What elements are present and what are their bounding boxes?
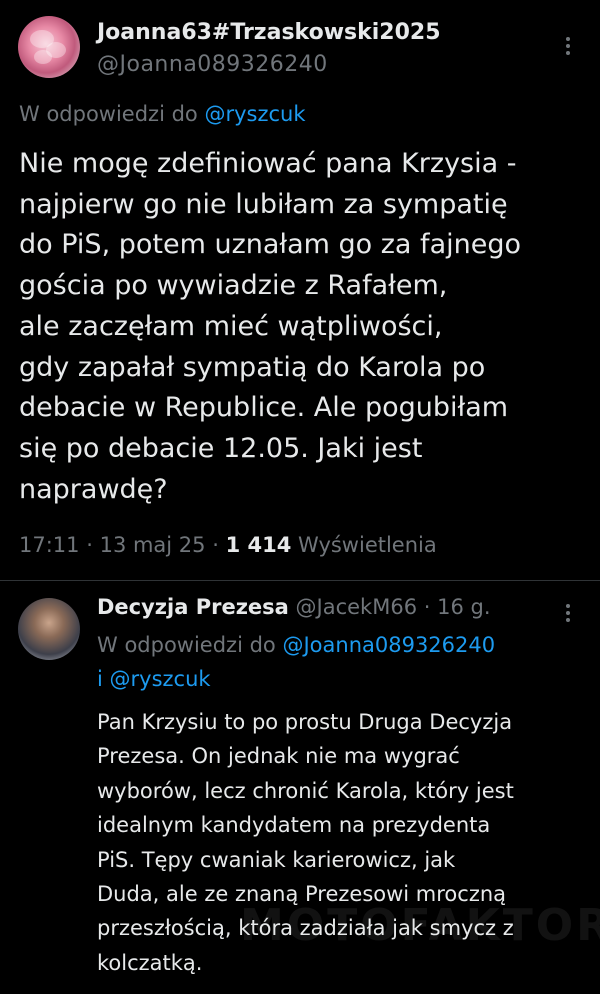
views-count: 1 414 [225,533,292,557]
watermark: MOTOFAKTOR [240,900,600,951]
reply-and: i [97,667,103,691]
avatar[interactable] [18,16,80,78]
tweet-text-line: naprawdę? [19,473,168,505]
reply-to-link[interactable]: @ryszcuk [204,102,305,126]
tweet-text: Nie mogę zdefiniować pana Krzysia - najp… [19,144,589,510]
reply-to-link[interactable]: @ryszcuk [110,667,211,691]
reply-prefix: W odpowiedzi do [97,633,276,657]
author-handle[interactable]: @Joanna089326240 [97,52,328,77]
reply-to-link[interactable]: @Joanna089326240 [282,633,495,657]
tweet-time[interactable]: 17:11 [19,533,80,557]
reply-context: W odpowiedzi do @ryszcuk [19,102,306,126]
reply-prefix: W odpowiedzi do [19,102,198,126]
tweet-text-line: gościa po wywiadzie z Rafałem, [19,270,448,302]
reply-context: W odpowiedzi do @Joanna089326240 i @rysz… [97,628,587,696]
more-vertical-icon[interactable] [556,34,580,58]
reply-author-handle[interactable]: @JacekM66 [296,595,418,619]
divider [0,580,600,581]
reply-text-line: Prezesa. On jednak nie ma wygrać [97,744,460,769]
reply-header: Decyzja Prezesa @JacekM66 · 16 g. [97,595,491,619]
reply-text-line: idealnym kandydatem na prezydenta [97,813,491,838]
reply-text-line: Pan Krzysiu to po prostu Druga Decyzja [97,710,513,734]
reply-age[interactable]: 16 g. [437,595,490,619]
reply-text-line: wyborów, lecz chronić Karola, który jest [97,778,514,803]
tweet-meta: 17:11 · 13 maj 25 · 1 414 Wyświetlenia [19,533,437,557]
tweet-date[interactable]: 13 maj 25 [100,533,206,557]
reply-text-line: PiS. Tępy cwaniak karierowicz, jak [97,847,456,872]
more-vertical-icon[interactable] [556,601,580,625]
tweet-text-line: najpierw go nie lubiłam za sympatię [19,188,508,220]
views-label[interactable]: Wyświetlenia [298,533,437,557]
tweet-text-line: do PiS, potem uznałam go za fajnego [19,229,521,261]
tweet-text-line: gdy zapałał sympatią do Karola po [19,351,486,383]
tweet-text-line: Nie mogę zdefiniować pana Krzysia - [19,148,517,179]
tweet-text-line: ale zaczęłam mieć wątpliwości, [19,310,443,342]
tweet-text-line: się po debacie 12.05. Jaki jest [19,432,423,464]
avatar[interactable] [18,598,80,660]
tweet-text-line: debacie w Republice. Ale pogubiłam [19,392,509,424]
author-name[interactable]: Joanna63#Trzaskowski2025 [97,20,441,45]
reply-text-line: kolczatką. [97,950,203,975]
reply-author-name[interactable]: Decyzja Prezesa [97,595,289,619]
